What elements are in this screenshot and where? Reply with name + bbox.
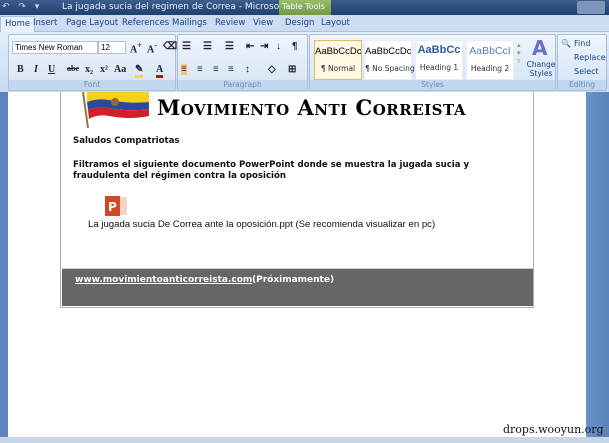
style-name: Heading 2 [470,64,510,73]
tab-layout[interactable]: Layout [321,18,350,28]
style-normal[interactable]: AaBbCcDc ¶ Normal [314,40,362,80]
style-name: ¶ Normal [320,64,356,73]
tab-design[interactable]: Design [285,18,314,28]
strikethrough-icon[interactable]: abc [67,64,79,73]
style-preview: AaBbCcDc [365,46,411,57]
select-button[interactable]: Select [574,67,599,76]
ribbon: Times New Roman 12 A+ A- ⌫ B I U abc x₂ … [0,32,609,92]
find-icon: 🔍 [561,39,571,48]
editing-group-label: Editing [558,80,606,90]
increase-indent-icon[interactable]: ⇥ [260,41,268,52]
align-center-icon[interactable]: ≡ [197,64,203,75]
styles-group-label: Styles [310,80,555,90]
title-bar: ↶ ↷ ▾ La jugada sucia del regimen de Cor… [0,0,609,15]
footer-banner: www.movimientoanticorreista.com (Próxima… [62,268,533,306]
find-button[interactable]: Find [574,39,590,48]
change-styles-button[interactable]: Change Styles [525,60,557,78]
shading-icon[interactable]: ◇ [268,64,276,75]
sort-icon[interactable]: ↓ [276,41,281,52]
ribbon-tabs: Home Insert Page Layout References Maili… [0,15,609,32]
greeting-text: Saludos Compatriotas [73,136,180,146]
styles-scroll[interactable]: ▴ ▾ ▿ [517,41,521,65]
multilevel-list-icon[interactable]: ☰ [225,41,234,52]
powerpoint-file-icon[interactable]: P [105,196,128,216]
font-group-label: Font [9,80,175,90]
editing-group: Find Replace Select 🔍 Editing [557,34,607,91]
clear-format-icon[interactable]: ⌫ [163,41,177,52]
highlight-icon[interactable]: ✎ [135,64,144,78]
window-title: La jugada sucia del regimen de Correa - … [62,2,306,12]
shrink-font-icon[interactable]: A- [147,41,157,55]
styles-group: AaBbCcDc ¶ Normal AaBbCcDc ¶ No Spacing Aa… [309,34,556,91]
decrease-indent-icon[interactable]: ⇤ [246,41,254,52]
subscript-icon[interactable]: x₂ [85,64,93,75]
line-spacing-icon[interactable]: ↕ [245,64,250,75]
document-heading: Movimiento Anti Correista [157,95,466,120]
align-left-icon[interactable]: ≡ [181,64,187,75]
font-group: Times New Roman 12 A+ A- ⌫ B I U abc x₂ … [8,34,177,91]
left-border [0,92,8,437]
show-marks-icon[interactable]: ¶ [292,41,297,52]
style-no-spacing[interactable]: AaBbCcDc ¶ No Spacing [364,40,415,80]
grow-font-icon[interactable]: A+ [130,41,142,55]
numbering-icon[interactable]: ☰ [203,41,212,52]
tab-page-layout[interactable]: Page Layout [66,18,118,28]
style-preview: AaBbCcDc [315,46,361,57]
ecuador-flag-image [82,92,149,128]
attachment-link[interactable]: La jugada sucia De Correa ante la oposic… [88,219,435,230]
watermark: drops.wooyun.org [503,423,604,436]
font-size-select[interactable]: 12 [98,41,126,54]
font-name-select[interactable]: Times New Roman [12,41,98,54]
status-bar [0,437,609,443]
website-link[interactable]: www.movimientoanticorreista.com [75,275,252,285]
align-right-icon[interactable]: ≡ [213,64,219,75]
window-controls[interactable] [577,1,605,14]
font-color-icon[interactable]: A [156,64,164,78]
style-preview: AaBbCcI [469,45,511,57]
superscript-icon[interactable]: x² [100,64,108,75]
tab-view[interactable]: View [253,18,273,28]
document-page[interactable]: Movimiento Anti Correista Saludos Compat… [60,92,534,308]
style-preview: AaBbCc [417,44,461,56]
replace-button[interactable]: Replace [574,53,606,62]
tab-insert[interactable]: Insert [33,18,57,28]
change-case-icon[interactable]: Aa [114,64,126,75]
right-border [586,92,609,437]
bold-icon[interactable]: B [17,64,24,75]
svg-text:P: P [108,200,117,214]
bullets-icon[interactable]: ☰ [182,41,191,52]
paragraph-group: ☰ ☰ ☰ ⇤ ⇥ ↓ ¶ ≡ ≡ ≡ ≡ ↕ ◇ ⊞ Paragraph [177,34,308,91]
tab-mailings[interactable]: Mailings [172,18,207,28]
body-text: Filtramos el siguiente documento PowerPo… [73,160,470,181]
footer-note: (Próximamente) [252,275,335,285]
change-styles-icon: A [532,36,548,60]
paragraph-group-label: Paragraph [178,80,307,90]
justify-icon[interactable]: ≡ [228,64,234,75]
table-tools-tab: Table Tools [279,0,331,15]
quick-access-toolbar[interactable]: ↶ ↷ ▾ [2,2,42,12]
style-heading-1[interactable]: AaBbCc Heading 1 [415,40,463,80]
style-name: Heading 1 [419,63,459,72]
italic-icon[interactable]: I [34,64,38,75]
tab-home[interactable]: Home [0,16,36,32]
underline-icon[interactable]: U [48,64,55,75]
style-name: ¶ No Spacing [365,64,415,73]
tab-review[interactable]: Review [215,18,245,28]
tab-references[interactable]: References [122,18,169,28]
borders-icon[interactable]: ⊞ [288,64,296,75]
style-heading-2[interactable]: AaBbCcI Heading 2 [466,40,514,80]
